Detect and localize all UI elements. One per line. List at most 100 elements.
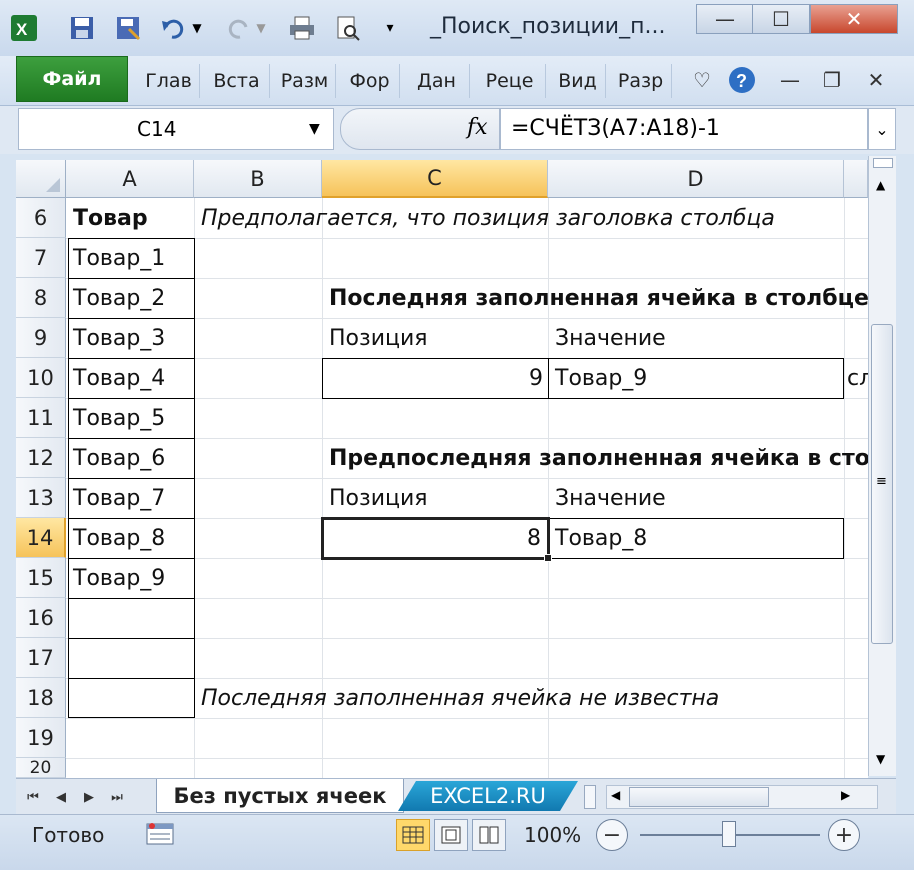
last-sheet-icon[interactable]: ⏭: [108, 787, 126, 807]
worksheet-grid[interactable]: A B C D 6 7 8 9 10 11 12 13 14 15 16 17 …: [16, 160, 868, 778]
row-header[interactable]: 16: [16, 598, 66, 638]
maximize-button[interactable]: ☐: [752, 4, 810, 34]
ribbon-restore-icon[interactable]: ❐: [816, 64, 848, 96]
cell-a11[interactable]: Товар_5: [68, 398, 194, 438]
row-header[interactable]: 19: [16, 718, 66, 758]
row-header[interactable]: 17: [16, 638, 66, 678]
cell-a9[interactable]: Товар_3: [68, 318, 194, 358]
save-as-icon[interactable]: [112, 12, 144, 44]
save-icon[interactable]: [66, 12, 98, 44]
row-header[interactable]: 18: [16, 678, 66, 718]
zoom-in-button[interactable]: +: [828, 819, 860, 851]
horizontal-scroll-thumb[interactable]: [629, 787, 769, 807]
row-header[interactable]: 15: [16, 558, 66, 598]
prev-sheet-icon[interactable]: ◀: [52, 787, 70, 807]
row-header[interactable]: 6: [16, 198, 66, 238]
cell-c10[interactable]: 9: [324, 358, 548, 398]
row-header[interactable]: 13: [16, 478, 66, 518]
tab-home[interactable]: Глав: [138, 64, 200, 98]
tab-split-handle[interactable]: [584, 785, 596, 809]
scroll-up-icon[interactable]: ▲: [876, 178, 885, 192]
formula-input[interactable]: =СЧЁТЗ(A7:A18)-1: [500, 108, 868, 150]
cell-a13[interactable]: Товар_7: [68, 478, 194, 518]
scroll-right-icon[interactable]: ▶: [841, 788, 850, 802]
sheet-tab-excel2[interactable]: EXCEL2.RU: [398, 781, 578, 811]
cell-a14[interactable]: Товар_8: [68, 518, 194, 558]
row-header[interactable]: 11: [16, 398, 66, 438]
row-header[interactable]: 12: [16, 438, 66, 478]
row-header[interactable]: 7: [16, 238, 66, 278]
cell-d9[interactable]: Значение: [550, 318, 840, 358]
row-header[interactable]: 10: [16, 358, 66, 398]
cell-d13[interactable]: Значение: [550, 478, 840, 518]
ribbon-close-icon[interactable]: ✕: [860, 64, 892, 96]
column-header-b[interactable]: B: [194, 160, 322, 198]
tab-developer[interactable]: Разр: [610, 64, 672, 98]
heart-icon[interactable]: ♡: [686, 64, 718, 96]
page-break-view-icon[interactable]: [472, 819, 506, 851]
scroll-down-icon[interactable]: ▼: [876, 752, 885, 766]
column-header-e[interactable]: [844, 160, 868, 198]
cell-a10[interactable]: Товар_4: [68, 358, 194, 398]
print-preview-icon[interactable]: [332, 12, 364, 44]
cell-e10[interactable]: сл: [844, 358, 868, 398]
horizontal-scrollbar[interactable]: ◀ ▶: [606, 785, 878, 809]
tab-review[interactable]: Реце: [474, 64, 546, 98]
minimize-button[interactable]: —: [696, 4, 754, 34]
cell-c9[interactable]: Позиция: [324, 318, 546, 358]
excel-logo-icon[interactable]: X: [8, 12, 40, 44]
customize-toolbar-icon[interactable]: ▾: [380, 12, 400, 44]
cell-a6[interactable]: Товар: [68, 198, 194, 238]
row-header[interactable]: 20: [16, 758, 66, 778]
name-box[interactable]: C14 ▼: [18, 108, 334, 150]
cell-d10[interactable]: Товар_9: [550, 358, 840, 398]
tab-formulas[interactable]: Фор: [340, 64, 400, 98]
cell-c14[interactable]: 8: [324, 518, 546, 558]
vertical-scrollbar[interactable]: ▲ ≡ ▼: [868, 156, 896, 776]
column-header-c[interactable]: C: [322, 160, 548, 198]
row-header-active[interactable]: 14: [16, 518, 66, 558]
print-icon[interactable]: [286, 12, 318, 44]
row-header[interactable]: 9: [16, 318, 66, 358]
macro-record-icon[interactable]: [146, 821, 176, 851]
ribbon-minimize-icon[interactable]: —: [774, 64, 806, 96]
redo-icon[interactable]: [222, 12, 254, 44]
undo-icon[interactable]: [158, 12, 190, 44]
redo-dropdown-icon[interactable]: ▼: [252, 12, 270, 44]
zoom-level[interactable]: 100%: [524, 823, 581, 847]
insert-function-icon[interactable]: fx: [467, 115, 488, 140]
cell-d14[interactable]: Товар_8: [550, 518, 840, 558]
cell-c12[interactable]: Предпоследняя заполненная ячейка в сто: [324, 438, 868, 478]
split-box[interactable]: [873, 158, 893, 168]
cell-b6[interactable]: Предполагается, что позиция заголовка ст…: [196, 198, 856, 238]
tab-view[interactable]: Вид: [550, 64, 606, 98]
first-sheet-icon[interactable]: ⏮: [24, 787, 42, 807]
scroll-left-icon[interactable]: ◀: [611, 788, 620, 802]
zoom-slider-thumb[interactable]: [722, 821, 736, 847]
close-button[interactable]: ✕: [810, 4, 898, 34]
tab-data[interactable]: Дан: [404, 64, 470, 98]
cell-c8[interactable]: Последняя заполненная ячейка в столбце: [324, 278, 868, 318]
expand-formula-bar-icon[interactable]: ⌄: [868, 108, 896, 150]
cell-a8[interactable]: Товар_2: [68, 278, 194, 318]
zoom-out-button[interactable]: −: [596, 819, 628, 851]
column-header-a[interactable]: A: [66, 160, 194, 198]
tab-insert[interactable]: Вста: [204, 64, 270, 98]
vertical-scroll-thumb[interactable]: ≡: [871, 324, 893, 644]
help-icon[interactable]: ?: [726, 64, 758, 96]
row-header[interactable]: 8: [16, 278, 66, 318]
cell-a15[interactable]: Товар_9: [68, 558, 194, 598]
file-tab[interactable]: Файл: [16, 56, 128, 102]
cell-c13[interactable]: Позиция: [324, 478, 546, 518]
cell-b18[interactable]: Последняя заполненная ячейка не известна: [196, 678, 856, 718]
normal-view-icon[interactable]: [396, 819, 430, 851]
cell-a7[interactable]: Товар_1: [68, 238, 194, 278]
name-box-dropdown-icon[interactable]: ▼: [309, 121, 320, 137]
undo-dropdown-icon[interactable]: ▼: [188, 12, 206, 44]
page-layout-view-icon[interactable]: [434, 819, 468, 851]
sheet-tab-active[interactable]: Без пустых ячеек: [156, 779, 404, 813]
next-sheet-icon[interactable]: ▶: [80, 787, 98, 807]
cell-a12[interactable]: Товар_6: [68, 438, 194, 478]
column-header-d[interactable]: D: [548, 160, 844, 198]
tab-page-layout[interactable]: Разм: [274, 64, 336, 98]
